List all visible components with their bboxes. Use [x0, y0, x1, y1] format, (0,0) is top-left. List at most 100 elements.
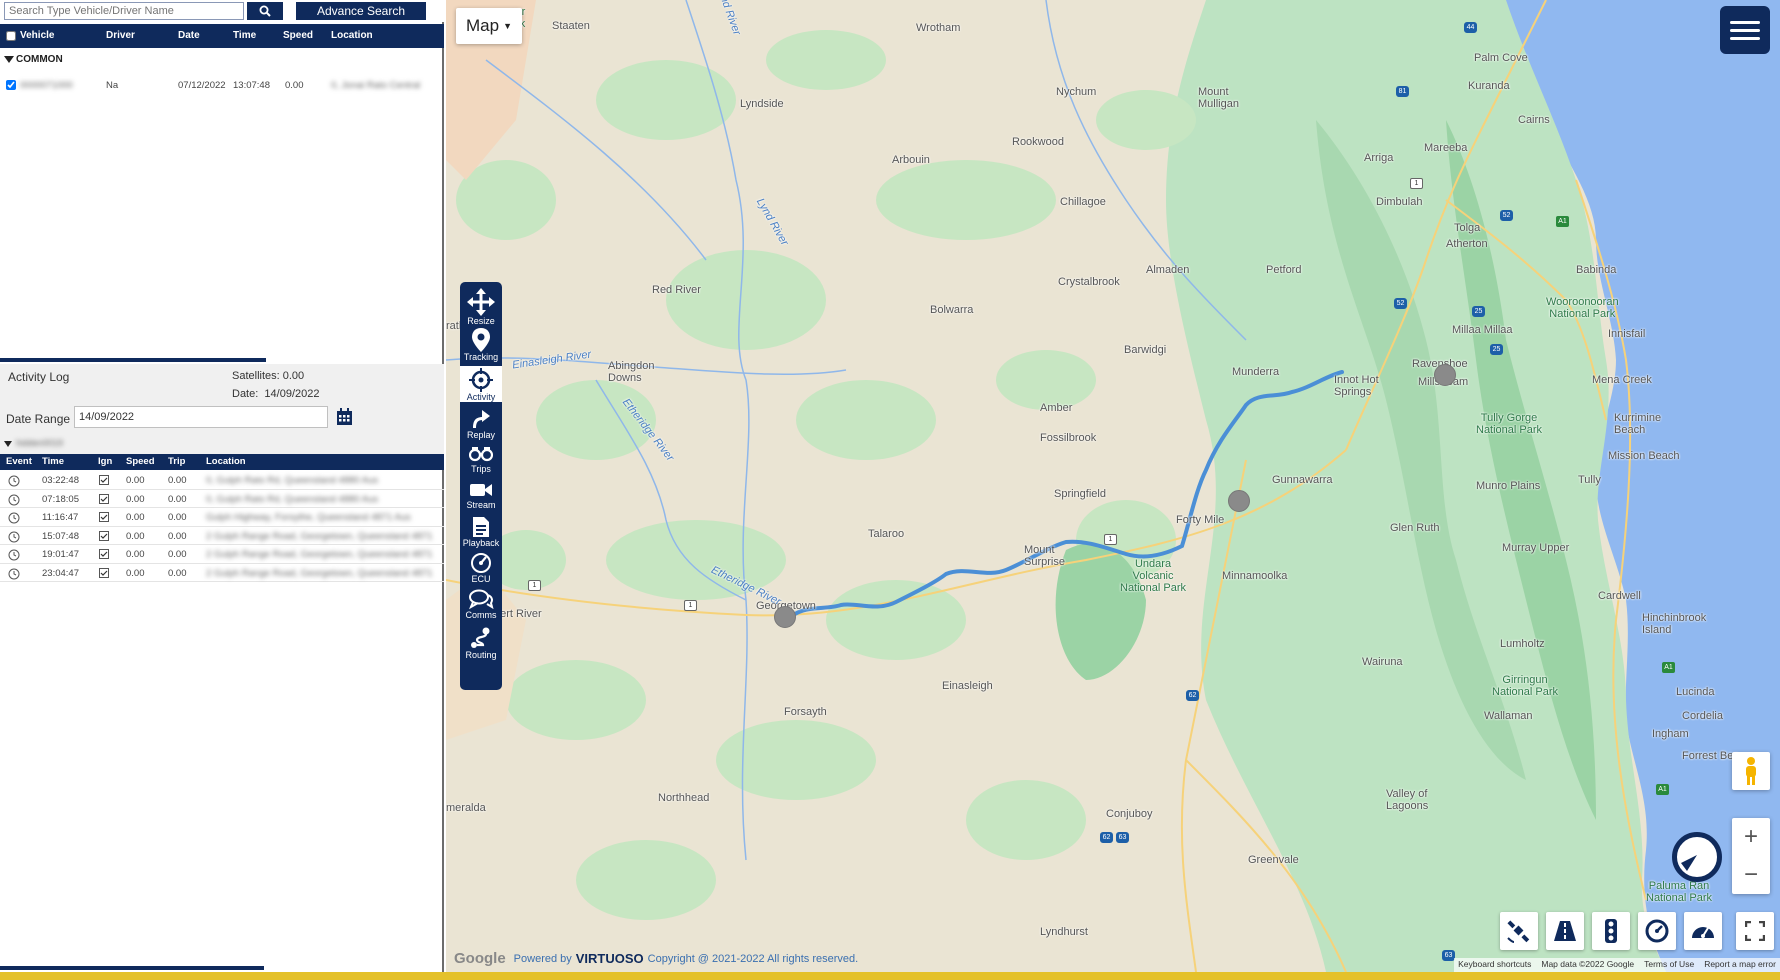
map-label-murray: Murray Upper [1502, 542, 1570, 554]
col-speed[interactable]: Speed [126, 456, 155, 467]
zoom-out-button[interactable]: − [1732, 856, 1770, 894]
row-date: 07/12/2022 [178, 80, 226, 91]
map-view[interactable]: Staaten Wrotham Nychum Mount Mulligan Rookwo… [446, 0, 1780, 972]
gauge-icon [471, 553, 491, 573]
fullscreen-icon [1745, 921, 1765, 941]
zoom-in-button[interactable]: + [1732, 818, 1770, 856]
advance-search-button[interactable]: Advance Search [296, 2, 426, 20]
tool-playback[interactable]: Playback [460, 514, 502, 550]
map-label-forty-mile: Forty Mile [1176, 514, 1225, 526]
date-range-input[interactable]: 14/09/2022 [74, 406, 328, 428]
clock-icon [8, 512, 20, 524]
tool-tracking[interactable]: Tracking [460, 326, 502, 362]
col-speed[interactable]: Speed [283, 30, 313, 41]
tool-activity[interactable]: Activity [460, 366, 502, 402]
route-stop-marker[interactable] [1434, 364, 1456, 386]
tool-comms[interactable]: Comms [460, 586, 502, 622]
vehicle-table-header: Vehicle Driver Date Time Speed Location [0, 24, 444, 48]
vehicle-group-common[interactable]: COMMON [4, 54, 63, 65]
traffic-button[interactable] [1592, 912, 1630, 950]
map-label-innisfail: Innisfail [1608, 328, 1646, 340]
road-shield: 81 [1396, 86, 1409, 97]
map-toolbar: Resize Tracking Activity Replay Trips St… [460, 282, 502, 690]
map-label-amber: Amber [1040, 402, 1073, 414]
map-label-tully-gorge: Tully Gorge National Park [1476, 412, 1543, 436]
bottom-accent-strip [0, 972, 1780, 980]
main-menu-button[interactable] [1720, 6, 1770, 54]
clock-icon [8, 568, 20, 579]
activity-group[interactable]: hidden0019 [4, 438, 63, 448]
tool-stream[interactable]: Stream [460, 478, 502, 514]
road-button[interactable] [1546, 912, 1584, 950]
table-row[interactable]: 11:16:47 0.00 0.00 Gulph Highway, Forsythe,… [0, 508, 444, 527]
calendar-icon[interactable] [336, 408, 353, 426]
table-row[interactable]: 23:04:47 0.00 0.00 2 Gulph Range Road, Geor… [0, 564, 444, 582]
terms-link[interactable]: Terms of Use [1644, 959, 1694, 971]
map-label-tolga: Tolga [1454, 222, 1481, 234]
speedometer-button[interactable] [1684, 912, 1722, 950]
fullscreen-button[interactable] [1736, 912, 1774, 950]
activity-log-title: Activity Log [8, 370, 70, 384]
map-attribution: Keyboard shortcuts Map data ©2022 Google… [1454, 958, 1780, 972]
chevron-down-icon: ▼ [503, 21, 512, 31]
tool-routing[interactable]: Routing [460, 624, 502, 660]
traffic-light-icon [1605, 919, 1617, 943]
keyboard-shortcuts-link[interactable]: Keyboard shortcuts [1458, 959, 1531, 971]
map-type-dropdown[interactable]: Map ▼ [456, 8, 522, 44]
ignition-check-icon [99, 475, 109, 485]
map-label-arbouin: Arbouin [892, 154, 930, 166]
google-logo: Google [454, 950, 506, 967]
tool-trips[interactable]: Trips [460, 442, 502, 478]
panel-splitter[interactable] [0, 358, 266, 362]
compass-control[interactable] [1672, 832, 1722, 882]
satellite-button[interactable] [1500, 912, 1538, 950]
map-label-wallaman: Wallaman [1484, 710, 1533, 722]
map-label-mena-creek: Mena Creek [1592, 374, 1652, 386]
event-time: 11:16:47 [42, 512, 79, 523]
road-shield: 25 [1490, 344, 1503, 355]
ignition-check-icon [99, 493, 109, 504]
tool-ecu[interactable]: ECU [460, 550, 502, 586]
col-time[interactable]: Time [233, 30, 256, 41]
speed-zone-button[interactable] [1638, 912, 1676, 950]
table-row[interactable]: 19:01:47 0.00 0.00 2 Gulph Range Road, Geor… [0, 545, 444, 564]
tool-replay[interactable]: Replay [460, 406, 502, 442]
col-driver[interactable]: Driver [106, 30, 135, 41]
col-location[interactable]: Location [206, 456, 246, 467]
map-base [446, 0, 1780, 972]
col-event[interactable]: Event [6, 456, 32, 467]
map-label-innot: Innot Hot Springs [1334, 374, 1379, 398]
street-view-pegman[interactable] [1732, 752, 1770, 790]
table-row[interactable]: 0000071000 Na 07/12/2022 13:07:48 0.00 0… [0, 76, 444, 94]
table-row[interactable]: 03:22:48 0.00 0.00 0, Gulph Rato Rd, Queens… [0, 471, 444, 490]
event-speed: 0.00 [126, 493, 145, 505]
speed-limit-icon [1645, 919, 1669, 943]
map-label-northhead: Northhead [658, 792, 710, 804]
map-label-chillagoe: Chillagoe [1060, 196, 1106, 208]
map-label-emeralda: meralda [446, 802, 486, 814]
road-shield: 1 [684, 600, 697, 611]
search-button[interactable] [247, 2, 283, 20]
map-label-crystalbrook: Crystalbrook [1058, 276, 1120, 288]
col-location[interactable]: Location [331, 30, 373, 41]
map-label-kurrimine: Kurrimine Beach [1614, 412, 1662, 436]
map-data-credit: Map data ©2022 Google [1541, 959, 1635, 969]
route-stop-marker[interactable] [1228, 490, 1250, 512]
col-time[interactable]: Time [42, 456, 64, 467]
vehicle-search-input[interactable] [4, 2, 244, 20]
vehicle-row-checkbox[interactable] [6, 80, 16, 90]
select-all-checkbox[interactable] [6, 31, 16, 41]
col-ign[interactable]: Ign [98, 456, 112, 467]
table-row[interactable]: 07:18:05 0.00 0.00 0, Gulph Rato Rd, Queens… [0, 490, 444, 508]
route-stop-marker[interactable] [774, 606, 796, 628]
report-error-link[interactable]: Report a map error [1704, 959, 1776, 971]
map-label-mount-mulligan: Mount Mulligan [1198, 86, 1239, 110]
table-row[interactable]: 15:07:48 0.00 0.00 2 Gulph Range Road, Geor… [0, 527, 444, 545]
tool-resize[interactable]: Resize [460, 286, 502, 326]
col-vehicle[interactable]: Vehicle [20, 30, 54, 41]
road-shield: 62 [1100, 832, 1113, 843]
col-date[interactable]: Date [178, 30, 200, 41]
panel-bottom-splitter[interactable] [0, 966, 264, 970]
left-panel: Advance Search Vehicle Driver Date Time … [0, 0, 444, 972]
col-trip[interactable]: Trip [168, 456, 185, 467]
